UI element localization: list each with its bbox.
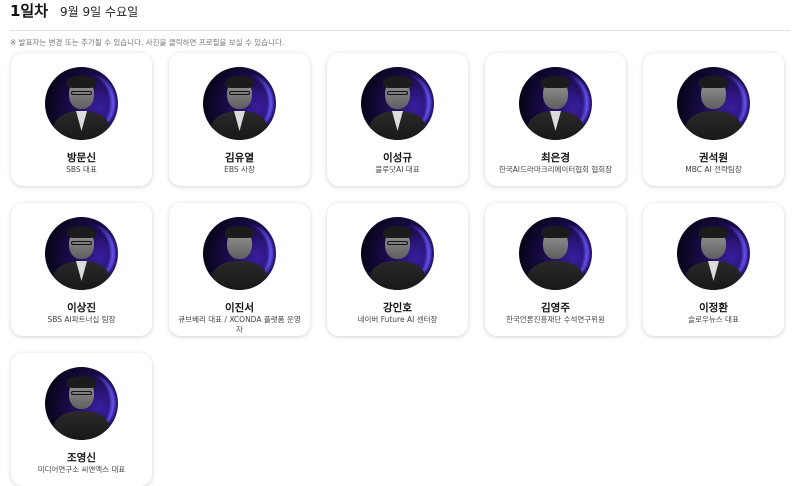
speaker-name: 이정환 xyxy=(699,302,728,314)
speaker-role: 한국AI드라마크리에이터협회 협회장 xyxy=(498,165,613,174)
speaker-name: 방문신 xyxy=(67,152,96,164)
speaker-photo[interactable] xyxy=(677,67,750,140)
speaker-photo[interactable] xyxy=(361,67,434,140)
speaker-name: 이성규 xyxy=(383,152,412,164)
speaker-grid: 방문신 SBS 대표 김유열 EBS 사장 이성규 블루닷AI 대표 최은경 한… xyxy=(11,53,784,486)
speaker-photo[interactable] xyxy=(45,217,118,290)
speaker-card[interactable]: 이정환 슬로우뉴스 대표 xyxy=(643,203,784,336)
conference-speakers-page: 1일차 9월 9일 수요일 ※ 발표자는 변경 또는 추가될 수 있습니다. 사… xyxy=(0,0,800,486)
speaker-name: 이상진 xyxy=(67,302,96,314)
speaker-card[interactable]: 방문신 SBS 대표 xyxy=(11,53,152,186)
speaker-name: 강인호 xyxy=(383,302,412,314)
speaker-role: EBS 사장 xyxy=(224,165,255,174)
speaker-card[interactable]: 이상진 SBS AI파트너십 팀장 xyxy=(11,203,152,336)
speaker-photo[interactable] xyxy=(519,217,592,290)
speaker-card[interactable]: 이성규 블루닷AI 대표 xyxy=(327,53,468,186)
day-date: 9월 9일 수요일 xyxy=(60,5,139,19)
speaker-photo[interactable] xyxy=(677,217,750,290)
speaker-role: 큐브베리 대표 / XCONDA 플랫폼 운영자 xyxy=(178,315,301,334)
speaker-role: SBS 대표 xyxy=(66,165,97,174)
speaker-role: 블루닷AI 대표 xyxy=(375,165,420,174)
speaker-role: 미디어연구소 씨앤엑스 대표 xyxy=(37,465,126,474)
speaker-card[interactable]: 김영주 한국언론진흥재단 수석연구위원 xyxy=(485,203,626,336)
speaker-card[interactable]: 최은경 한국AI드라마크리에이터협회 협회장 xyxy=(485,53,626,186)
speaker-role: MBC AI 전략팀장 xyxy=(685,165,742,174)
day-header: 1일차 9월 9일 수요일 xyxy=(10,0,138,24)
speaker-photo[interactable] xyxy=(203,67,276,140)
header-divider xyxy=(10,30,790,31)
speaker-role: SBS AI파트너십 팀장 xyxy=(47,315,116,324)
speaker-name: 최은경 xyxy=(541,152,570,164)
speaker-name: 이진서 xyxy=(225,302,254,314)
speaker-name: 김영주 xyxy=(541,302,570,314)
speaker-name: 김유열 xyxy=(225,152,254,164)
notice-text: ※ 발표자는 변경 또는 추가될 수 있습니다. 사진을 클릭하면 프로필을 보… xyxy=(10,38,285,47)
speaker-card[interactable]: 이진서 큐브베리 대표 / XCONDA 플랫폼 운영자 xyxy=(169,203,310,336)
speaker-photo[interactable] xyxy=(45,367,118,440)
speaker-card[interactable]: 강인호 네이버 Future AI 센터장 xyxy=(327,203,468,336)
speaker-card[interactable]: 권석원 MBC AI 전략팀장 xyxy=(643,53,784,186)
speaker-photo[interactable] xyxy=(519,67,592,140)
speaker-name: 권석원 xyxy=(699,152,728,164)
speaker-name: 조영신 xyxy=(67,452,96,464)
speaker-role: 슬로우뉴스 대표 xyxy=(688,315,739,324)
speaker-photo[interactable] xyxy=(361,217,434,290)
speaker-card[interactable]: 김유열 EBS 사장 xyxy=(169,53,310,186)
speaker-role: 한국언론진흥재단 수석연구위원 xyxy=(506,315,605,324)
speaker-role: 네이버 Future AI 센터장 xyxy=(357,315,438,324)
speaker-card[interactable]: 조영신 미디어연구소 씨앤엑스 대표 xyxy=(11,353,152,486)
speaker-photo[interactable] xyxy=(203,217,276,290)
speaker-photo[interactable] xyxy=(45,67,118,140)
day-title: 1일차 xyxy=(10,2,49,20)
